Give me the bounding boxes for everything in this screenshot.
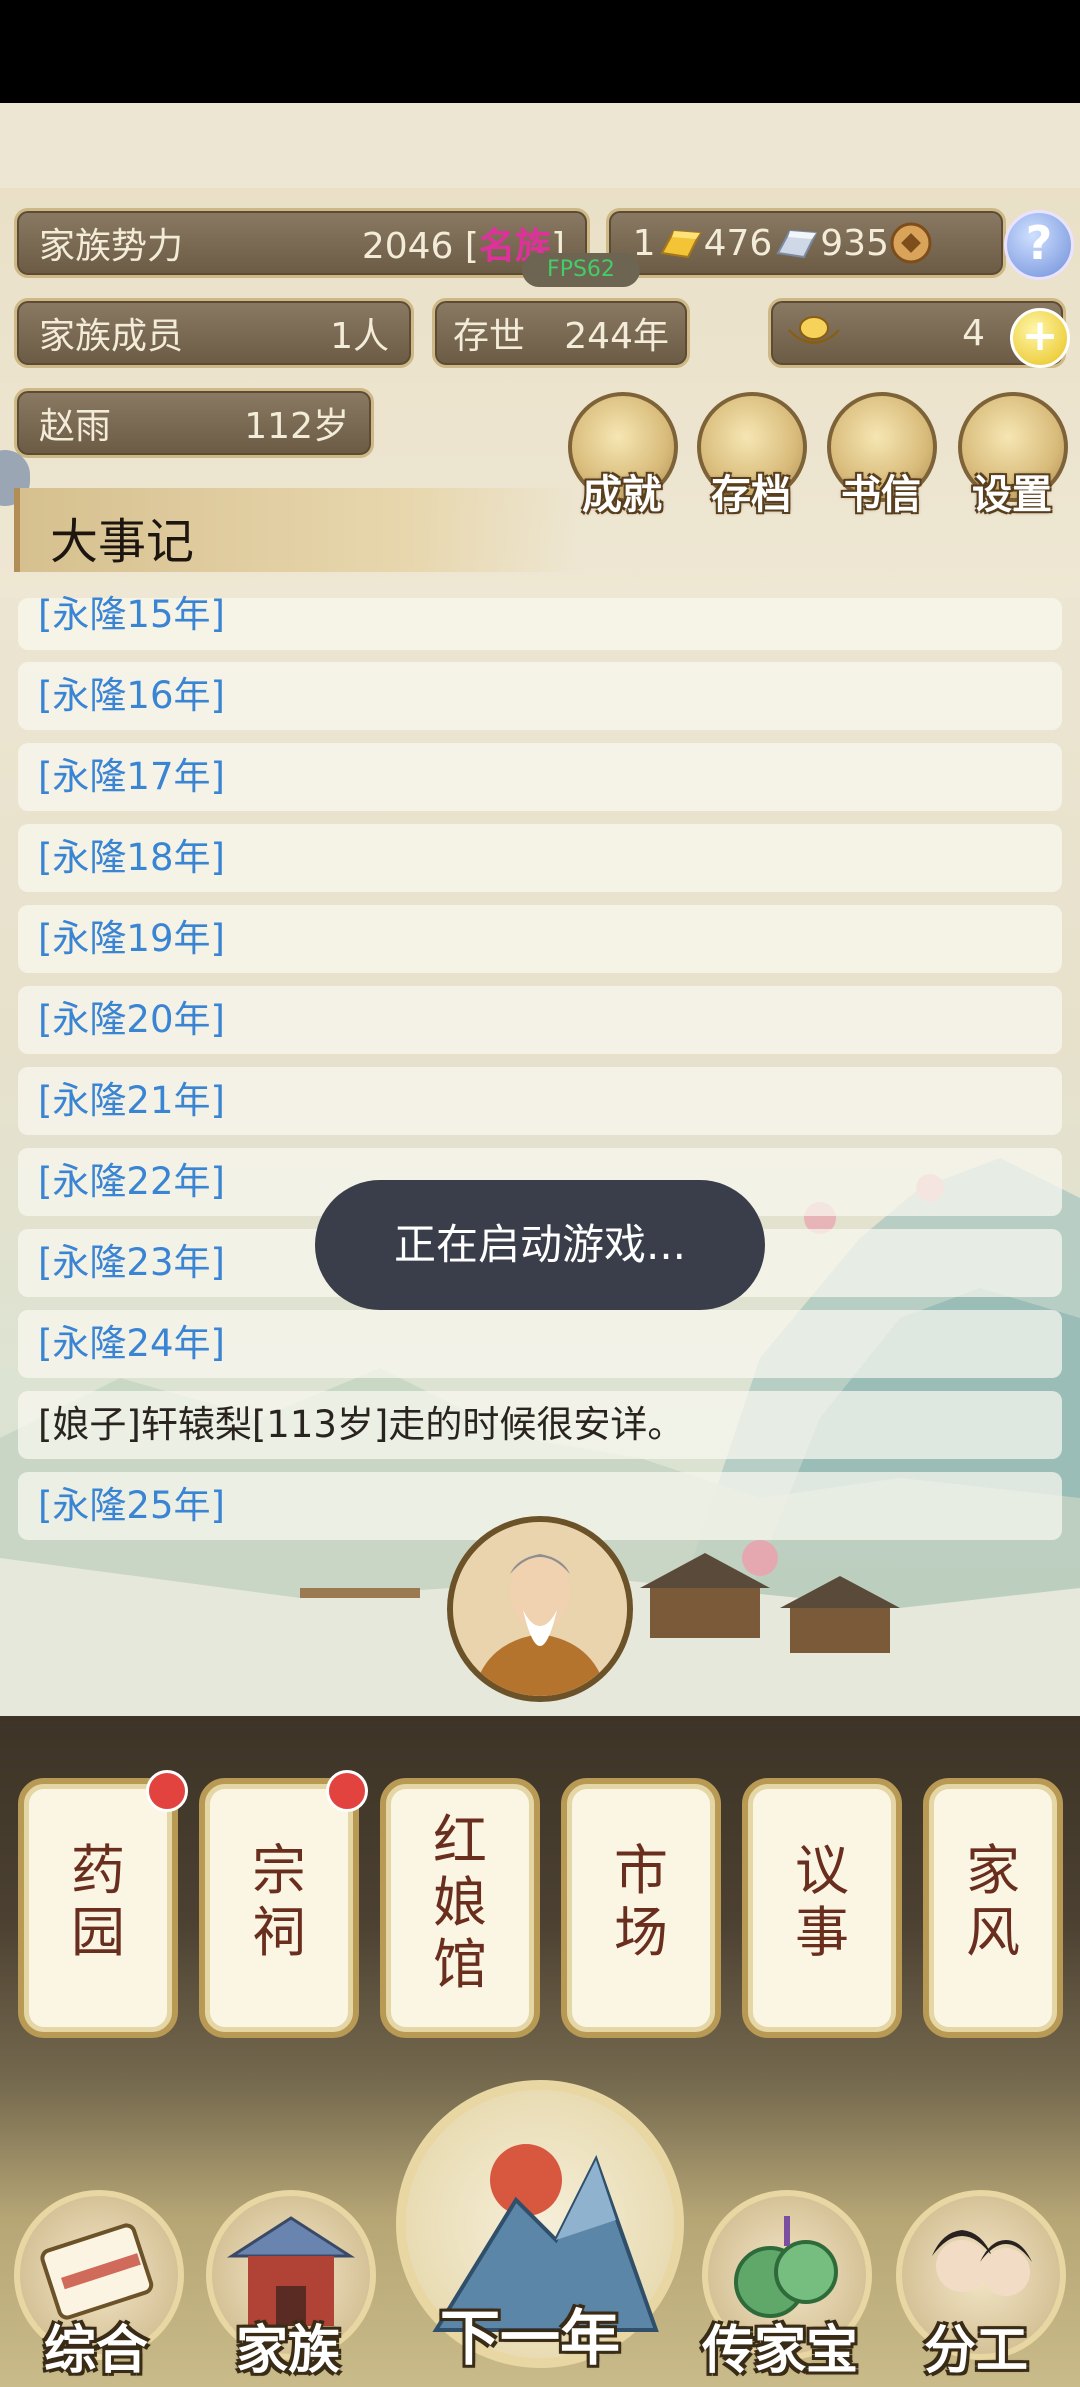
list-item[interactable]: [永隆21年]: [18, 1067, 1062, 1135]
ancestral-hall-label: 宗 祠: [252, 1839, 306, 1964]
list-item[interactable]: [永隆24年]: [18, 1310, 1062, 1378]
chronicle-title: 大事记: [50, 514, 195, 570]
copper-coin-icon: [890, 222, 932, 264]
help-button[interactable]: ?: [1004, 210, 1074, 280]
achievements-label: 成就: [582, 472, 662, 518]
silver-bar-icon: [776, 229, 818, 259]
list-item[interactable]: [永隆17年]: [18, 743, 1062, 811]
person-pill[interactable]: 赵雨 112岁: [14, 388, 374, 458]
gold-bar-icon: [660, 229, 702, 259]
family-members-value: 1人: [330, 316, 389, 357]
council-label: 议 事: [795, 1839, 849, 1964]
ancestral-hall-card[interactable]: 宗 祠: [199, 1778, 359, 2038]
notification-badge: [326, 1770, 368, 1812]
list-item[interactable]: [永隆18年]: [18, 824, 1062, 892]
settings-label: 设置: [972, 472, 1052, 518]
heirloom-label: 传家宝: [702, 2321, 859, 2381]
power-number: 2046: [361, 226, 454, 267]
family-members-label: 家族成员: [39, 316, 184, 357]
family-members-pill: 家族成员 1人: [14, 298, 414, 368]
list-item[interactable]: [永隆20年]: [18, 986, 1062, 1054]
list-item[interactable]: [娘子]轩辕梨[113岁]走的时候很安详。: [18, 1391, 1062, 1459]
family-power-label: 家族势力: [39, 226, 184, 267]
letters-label: 书信: [841, 472, 921, 518]
notification-badge: [146, 1770, 188, 1812]
gold-count: 1: [632, 222, 656, 264]
family-style-card[interactable]: 家 风: [923, 1778, 1063, 2038]
elder-avatar[interactable]: [447, 1516, 633, 1702]
currency-pill: 1 476 935: [606, 208, 1006, 278]
existence-pill: 存世 244年: [432, 298, 690, 368]
silver-count: 476: [703, 222, 773, 264]
next-year-label: 下一年: [440, 2304, 620, 2374]
council-card[interactable]: 议 事: [742, 1778, 902, 2038]
power-bracket-open: [: [464, 226, 479, 267]
existence-value: 244年: [564, 316, 669, 357]
herb-garden-label: 药 园: [71, 1839, 125, 1964]
ingot-count: 4: [962, 312, 985, 354]
family-style-label: 家 风: [966, 1839, 1020, 1964]
market-card[interactable]: 市 场: [561, 1778, 721, 2038]
status-bar: [0, 0, 1080, 103]
person-name: 赵雨: [39, 406, 112, 447]
list-item[interactable]: [永隆19年]: [18, 905, 1062, 973]
copper-count: 935: [820, 222, 889, 264]
save-label: 存档: [711, 472, 791, 518]
gold-ingot-icon: [788, 316, 840, 344]
person-age: 112岁: [244, 406, 349, 447]
herb-garden-card[interactable]: 药 园: [18, 1778, 178, 2038]
matchmaker-card[interactable]: 红 娘 馆: [380, 1778, 540, 2038]
family-label: 家族: [236, 2321, 341, 2381]
matchmaker-label: 红 娘 馆: [433, 1809, 487, 1996]
chronicle-banner: 大事记: [14, 488, 580, 572]
loading-toast: 正在启动游戏...: [315, 1180, 765, 1310]
overview-label: 综合: [44, 2321, 149, 2381]
existence-label: 存世: [453, 316, 526, 357]
list-item[interactable]: [永隆15年]: [18, 596, 1062, 650]
elder-portrait-icon: [453, 1522, 627, 1696]
add-ingot-button[interactable]: +: [1010, 308, 1070, 368]
fps-counter: FPS62: [522, 253, 640, 287]
list-item[interactable]: [永隆16年]: [18, 662, 1062, 730]
family-power-pill: 家族势力 2046 [名族]: [14, 208, 590, 278]
market-label: 市 场: [614, 1839, 668, 1964]
division-label: 分工: [924, 2321, 1029, 2381]
top-band: [0, 103, 1080, 188]
